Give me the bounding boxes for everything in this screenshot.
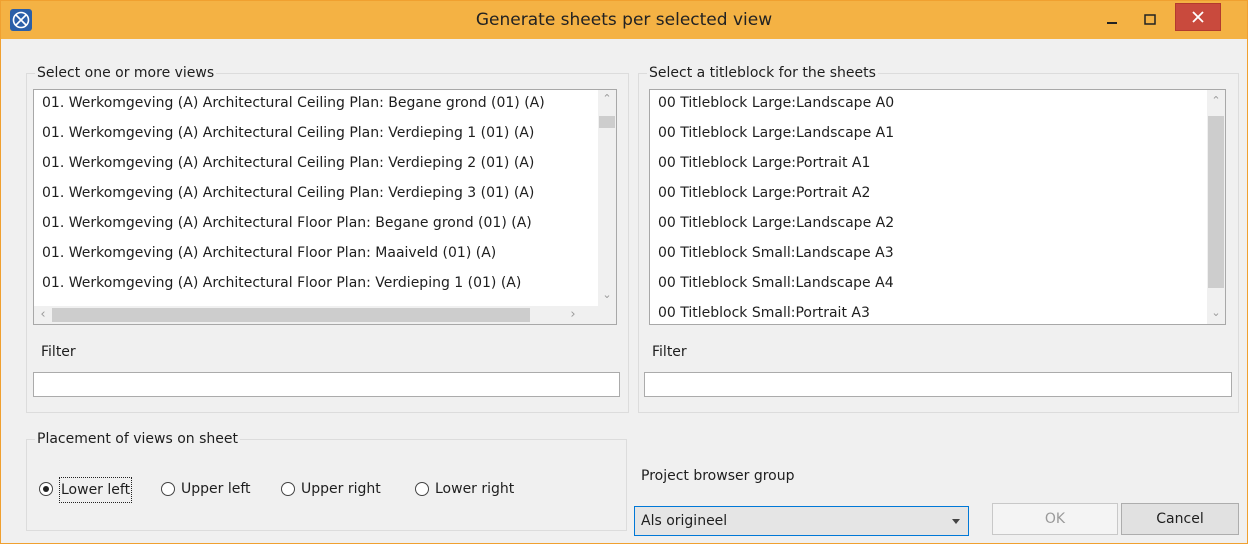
- list-item[interactable]: 01. Werkomgeving (A) Architectural Ceili…: [42, 95, 545, 111]
- project-browser-combobox[interactable]: Als origineel: [634, 506, 969, 536]
- radio-upper-left[interactable]: Upper left: [161, 477, 276, 501]
- list-item[interactable]: 00 Titleblock Small:Portrait A3: [658, 305, 870, 321]
- titleblock-filter-input[interactable]: [644, 372, 1232, 397]
- cancel-button[interactable]: Cancel: [1121, 503, 1239, 535]
- titleblock-filter-label: Filter: [652, 344, 687, 360]
- list-item[interactable]: 00 Titleblock Large:Portrait A1: [658, 155, 870, 171]
- list-item[interactable]: 01. Werkomgeving (A) Architectural Ceili…: [42, 155, 534, 171]
- list-item[interactable]: 00 Titleblock Large:Landscape A2: [658, 215, 894, 231]
- scroll-down-icon[interactable]: ⌄: [1207, 304, 1225, 322]
- radio-lower-left[interactable]: Lower left: [39, 477, 154, 503]
- scroll-right-icon[interactable]: ›: [564, 306, 582, 324]
- maximize-icon: [1144, 14, 1156, 25]
- close-button[interactable]: [1175, 3, 1221, 31]
- scroll-up-icon[interactable]: ⌃: [598, 90, 616, 108]
- list-item[interactable]: 01. Werkomgeving (A) Architectural Floor…: [42, 245, 496, 261]
- close-icon: [1192, 11, 1204, 23]
- radio-unselected-icon: [415, 482, 429, 496]
- project-browser-label: Project browser group: [641, 468, 795, 484]
- list-item[interactable]: 01. Werkomgeving (A) Architectural Floor…: [42, 215, 532, 231]
- minimize-button[interactable]: [1098, 5, 1126, 35]
- titleblock-group-label: Select a titleblock for the sheets: [647, 65, 878, 81]
- list-item[interactable]: 01. Werkomgeving (A) Architectural Ceili…: [42, 125, 534, 141]
- titleblock-vertical-scroll-thumb[interactable]: [1208, 116, 1224, 288]
- list-item[interactable]: 00 Titleblock Small:Landscape A4: [658, 275, 894, 291]
- scroll-down-icon[interactable]: ⌄: [598, 286, 616, 304]
- placement-group-label: Placement of views on sheet: [35, 431, 240, 447]
- combo-selected-value: Als origineel: [641, 513, 728, 529]
- views-listbox[interactable]: 01. Werkomgeving (A) Architectural Ceili…: [33, 89, 617, 325]
- scroll-up-icon[interactable]: ⌃: [1207, 92, 1225, 110]
- radio-label: Lower right: [435, 481, 515, 497]
- list-item[interactable]: 00 Titleblock Large:Landscape A0: [658, 95, 894, 111]
- radio-upper-right[interactable]: Upper right: [281, 477, 411, 501]
- radio-label: Upper right: [301, 481, 381, 497]
- radio-unselected-icon: [161, 482, 175, 496]
- title-bar[interactable]: Generate sheets per selected view: [1, 1, 1247, 39]
- radio-selected-icon: [39, 482, 53, 496]
- radio-unselected-icon: [281, 482, 295, 496]
- dialog-window: Generate sheets per selected view Select…: [0, 0, 1248, 544]
- list-item[interactable]: 01. Werkomgeving (A) Architectural Floor…: [42, 275, 521, 291]
- minimize-icon: [1107, 22, 1117, 24]
- views-filter-label: Filter: [41, 344, 76, 360]
- list-item[interactable]: 00 Titleblock Small:Landscape A3: [658, 245, 894, 261]
- views-filter-input[interactable]: [33, 372, 620, 397]
- titleblock-vertical-scrollbar[interactable]: ⌃ ⌄: [1207, 90, 1225, 324]
- list-item[interactable]: 00 Titleblock Large:Landscape A1: [658, 125, 894, 141]
- radio-label: Upper left: [181, 481, 251, 497]
- views-vertical-scrollbar[interactable]: ⌃ ⌄: [598, 90, 616, 306]
- radio-lower-right[interactable]: Lower right: [415, 477, 545, 501]
- maximize-button[interactable]: [1136, 5, 1164, 35]
- views-group-label: Select one or more views: [35, 65, 217, 81]
- ok-button[interactable]: OK: [992, 503, 1118, 535]
- window-title: Generate sheets per selected view: [475, 10, 773, 30]
- views-vertical-scroll-thumb[interactable]: [599, 116, 615, 128]
- scroll-left-icon[interactable]: ‹: [34, 306, 52, 324]
- list-item[interactable]: 01. Werkomgeving (A) Architectural Ceili…: [42, 185, 534, 201]
- chevron-down-icon: [952, 519, 960, 524]
- list-item[interactable]: 00 Titleblock Large:Portrait A2: [658, 185, 870, 201]
- views-horizontal-scrollbar[interactable]: ‹ ›: [34, 306, 616, 324]
- views-horizontal-scroll-thumb[interactable]: [52, 308, 530, 322]
- titleblock-listbox[interactable]: 00 Titleblock Large:Landscape A0 00 Titl…: [649, 89, 1226, 325]
- radio-label: Lower left: [59, 477, 133, 503]
